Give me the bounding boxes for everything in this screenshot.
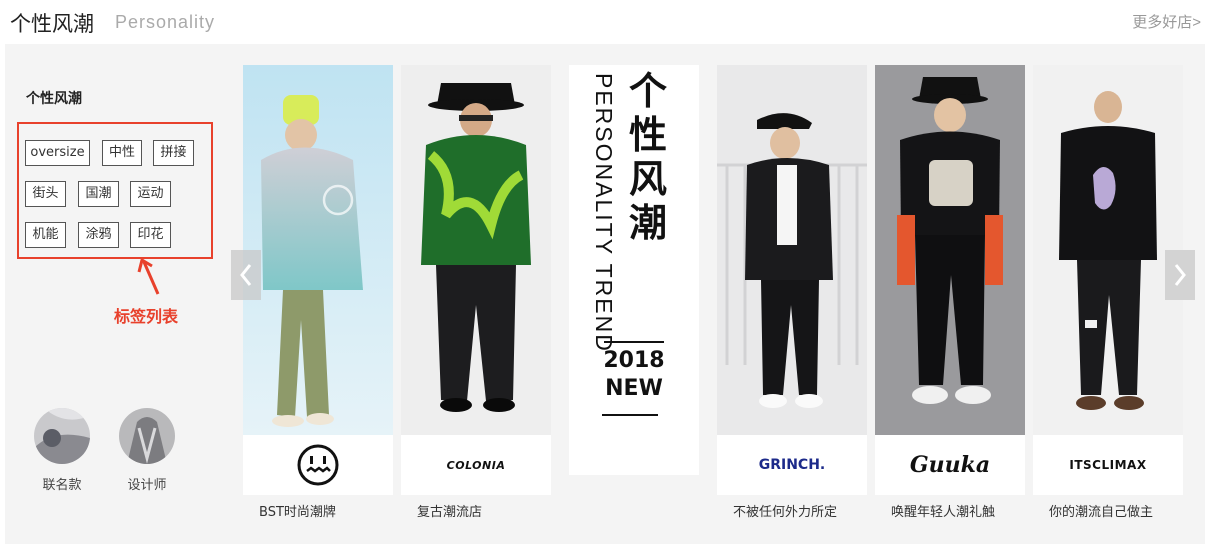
shop-card[interactable]: Guuka 唤醒年轻人潮礼触 xyxy=(875,65,1025,520)
sidebar-title: 个性风潮 xyxy=(26,91,82,107)
promo-rule-top xyxy=(604,341,664,343)
shop-caption: 不被任何外力所定 xyxy=(733,505,838,520)
tag-oversize[interactable]: oversize xyxy=(25,140,90,166)
brand-name: GRINCH. xyxy=(758,457,826,473)
shop-caption: 复古潮流店 xyxy=(417,505,483,520)
promo-year: 2018 xyxy=(603,348,665,373)
smiley-logo-icon xyxy=(297,444,339,486)
collab-thumbnail xyxy=(34,408,90,464)
circle-label: 设计师 xyxy=(127,478,167,493)
shop-card[interactable]: COLONIA 复古潮流店 xyxy=(401,65,551,520)
section-header: 个性风潮 Personality 更多好店> xyxy=(0,0,1211,44)
carousel-next-button[interactable] xyxy=(1165,250,1195,300)
brand-name: COLONIA xyxy=(446,458,506,472)
circle-collab[interactable]: 联名款 xyxy=(27,408,97,493)
tag-splice[interactable]: 拼接 xyxy=(153,140,194,166)
section-title: 个性风潮 xyxy=(10,12,94,36)
product-photo xyxy=(243,65,393,435)
tag-sport[interactable]: 运动 xyxy=(130,181,171,207)
circle-designer[interactable]: 设计师 xyxy=(112,408,182,493)
brand-name: ITSCLIMAX xyxy=(1069,458,1147,472)
product-photo xyxy=(875,65,1025,435)
tag-street[interactable]: 街头 xyxy=(25,181,66,207)
chevron-right-icon xyxy=(1174,264,1186,286)
tag-neutral[interactable]: 中性 xyxy=(102,140,142,166)
callout-arrow-icon xyxy=(137,258,160,295)
more-shops-link[interactable]: 更多好店> xyxy=(1132,11,1201,32)
brand-logo: GRINCH. xyxy=(717,435,867,495)
shop-card[interactable]: ITSCLIMAX 你的潮流自己做主 xyxy=(1033,65,1183,520)
brand-logo xyxy=(243,435,393,495)
tag-print[interactable]: 印花 xyxy=(130,222,171,248)
brand-logo: Guuka xyxy=(875,435,1025,495)
tag-techwear[interactable]: 机能 xyxy=(25,222,66,248)
product-photo xyxy=(401,65,551,435)
shop-card[interactable]: GRINCH. 不被任何外力所定 xyxy=(717,65,867,520)
promo-new: NEW xyxy=(605,376,663,401)
promo-rule-bottom xyxy=(602,414,658,416)
product-photo xyxy=(717,65,867,435)
brand-logo: COLONIA xyxy=(401,435,551,495)
tag-graffiti[interactable]: 涂鸦 xyxy=(78,222,119,248)
brand-name: Guuka xyxy=(909,452,991,478)
tag-list-annotation: 标签列表 xyxy=(114,307,179,326)
shop-caption: 唤醒年轻人潮礼触 xyxy=(891,505,996,520)
section-subtitle: Personality xyxy=(115,12,216,32)
promo-title: 个性风潮 xyxy=(628,69,667,245)
promo-english-text: PERSONALITY TREND xyxy=(591,73,617,353)
carousel-prev-button[interactable] xyxy=(231,250,261,300)
designer-thumbnail xyxy=(119,408,175,464)
chevron-left-icon xyxy=(240,264,252,286)
shop-caption: BST时尚潮牌 xyxy=(259,505,336,520)
promo-banner[interactable]: 个性风潮 PERSONALITY TREND 2018 NEW xyxy=(569,65,699,475)
brand-logo: ITSCLIMAX xyxy=(1033,435,1183,495)
tag-guochao[interactable]: 国潮 xyxy=(78,181,119,207)
product-photo xyxy=(1033,65,1183,435)
shop-card[interactable]: BST时尚潮牌 xyxy=(243,65,393,520)
circle-label: 联名款 xyxy=(42,478,82,493)
shop-caption: 你的潮流自己做主 xyxy=(1049,505,1154,520)
